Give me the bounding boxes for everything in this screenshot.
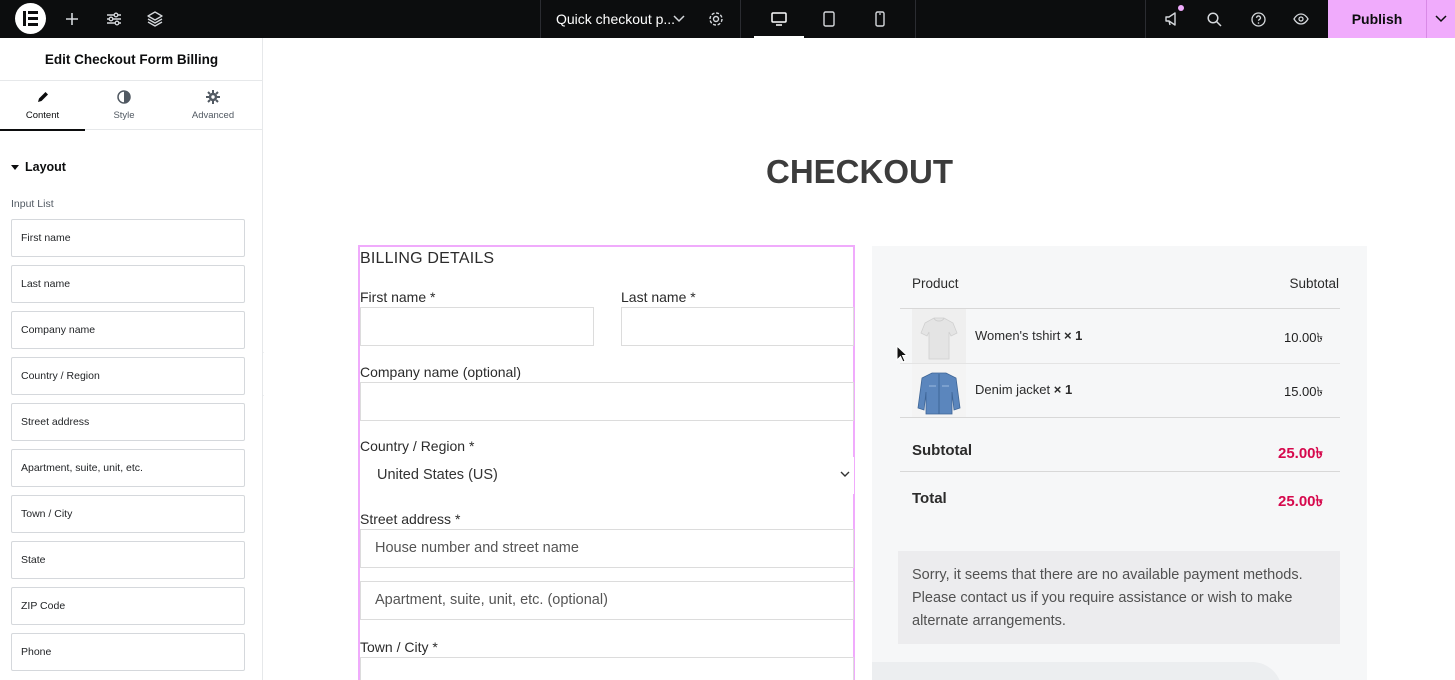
input-list-item[interactable]: Town / City [11, 495, 245, 533]
product-qty: × 1 [1053, 382, 1073, 397]
panel-tabs: Content Style Advanced [0, 81, 263, 131]
document-title[interactable]: Quick checkout p... [556, 0, 675, 38]
notification-dot [1178, 5, 1184, 11]
contrast-icon [117, 90, 131, 104]
payment-section-edge [872, 662, 1282, 680]
separator [740, 0, 741, 38]
publish-options-chevron-down-icon[interactable] [1426, 0, 1455, 38]
country-select[interactable]: United States (US) [360, 457, 854, 494]
layout-section-title: Layout [25, 160, 66, 174]
divider [900, 308, 1340, 309]
product-column-header: Product [912, 276, 959, 291]
input-list-item[interactable]: Company name [11, 311, 245, 349]
last-name-field[interactable] [621, 307, 854, 346]
panel-title: Edit Checkout Form Billing [0, 38, 263, 81]
mouse-cursor-icon [896, 345, 908, 363]
product-name: Denim jacket × 1 [975, 382, 1072, 397]
tab-style[interactable]: Style [85, 81, 163, 130]
order-summary: Product Subtotal Women's tshirt × 1 10.0… [872, 246, 1367, 680]
separator [915, 0, 916, 38]
subtotal-value: 25.00৳ [1277, 445, 1323, 462]
street-address-field[interactable]: House number and street name [360, 529, 854, 568]
input-list-item[interactable]: Apartment, suite, unit, etc. [11, 449, 245, 487]
product-title: Denim jacket [975, 382, 1051, 397]
tab-advanced-label: Advanced [191, 110, 235, 121]
jacket-product-image [912, 364, 966, 418]
tablet-icon[interactable] [814, 0, 844, 38]
billing-heading: BILLING DETAILS [360, 250, 495, 267]
editor-panel: Edit Checkout Form Billing Content Style… [0, 38, 263, 680]
page-settings-gear-icon[interactable] [701, 0, 731, 38]
company-name-field[interactable] [360, 382, 854, 421]
tab-content[interactable]: Content [0, 81, 85, 131]
input-list-item[interactable]: Country / Region [11, 357, 245, 395]
input-list-item[interactable]: Street address [11, 403, 245, 441]
country-label: Country / Region * [360, 438, 475, 454]
company-name-label: Company name (optional) [360, 364, 522, 380]
site-settings-icon[interactable] [99, 0, 129, 38]
chevron-down-icon [840, 471, 850, 477]
separator [1145, 0, 1146, 38]
payment-notice: Sorry, it seems that there are no availa… [898, 551, 1340, 644]
elementor-logo-icon[interactable] [15, 3, 46, 34]
input-list-item[interactable]: State [11, 541, 245, 579]
page-title: CHECKOUT [766, 153, 953, 190]
street-address-label: Street address * [360, 511, 461, 527]
help-icon[interactable] [1243, 0, 1273, 38]
top-bar: Quick checkout p... Publish [0, 0, 1455, 38]
add-element-icon[interactable] [57, 0, 87, 38]
gear-icon [206, 90, 220, 104]
product-price: 15.00৳ [1283, 384, 1323, 399]
tshirt-product-image [912, 309, 966, 363]
first-name-field[interactable] [360, 307, 594, 346]
divider [900, 417, 1340, 418]
billing-details-widget[interactable]: BILLING DETAILS First name * Last name *… [358, 245, 855, 680]
total-value: 25.00৳ [1277, 493, 1323, 510]
preview-eye-icon[interactable] [1286, 0, 1316, 38]
structure-layers-icon[interactable] [140, 0, 170, 38]
pencil-icon [38, 91, 48, 102]
caret-down-icon [11, 164, 19, 170]
mobile-icon[interactable] [865, 0, 895, 38]
input-list-label: Input List [11, 198, 54, 210]
subtotal-column-header: Subtotal [1289, 276, 1339, 291]
divider [900, 363, 1340, 364]
preview-canvas: CHECKOUT BILLING DETAILS First name * La… [264, 38, 1455, 680]
input-list-item[interactable]: First name [11, 219, 245, 257]
tab-content-label: Content [25, 109, 60, 121]
input-list-item[interactable]: Last name [11, 265, 245, 303]
chevron-down-icon[interactable] [664, 0, 694, 38]
divider [900, 471, 1340, 472]
input-list-item[interactable]: Phone [11, 633, 245, 671]
product-name: Women's tshirt × 1 [975, 328, 1082, 343]
product-title: Women's tshirt [975, 328, 1061, 343]
first-name-label: First name * [360, 289, 436, 305]
product-price: 10.00৳ [1283, 330, 1323, 345]
tab-style-label: Style [113, 110, 135, 121]
total-label: Total [912, 490, 947, 507]
apartment-field[interactable]: Apartment, suite, unit, etc. (optional) [360, 581, 854, 620]
separator [540, 0, 541, 38]
search-icon[interactable] [1199, 0, 1229, 38]
country-select-value: United States (US) [377, 467, 498, 483]
product-qty: × 1 [1063, 328, 1083, 343]
desktop-icon[interactable] [764, 0, 794, 38]
subtotal-label: Subtotal [912, 442, 972, 459]
layout-section-toggle[interactable]: Layout [11, 160, 66, 174]
publish-button[interactable]: Publish [1328, 0, 1426, 38]
input-list-item[interactable]: ZIP Code [11, 587, 245, 625]
town-city-label: Town / City * [360, 639, 438, 655]
tab-advanced[interactable]: Advanced [163, 81, 263, 130]
town-city-field[interactable] [360, 657, 854, 680]
last-name-label: Last name * [621, 289, 696, 305]
